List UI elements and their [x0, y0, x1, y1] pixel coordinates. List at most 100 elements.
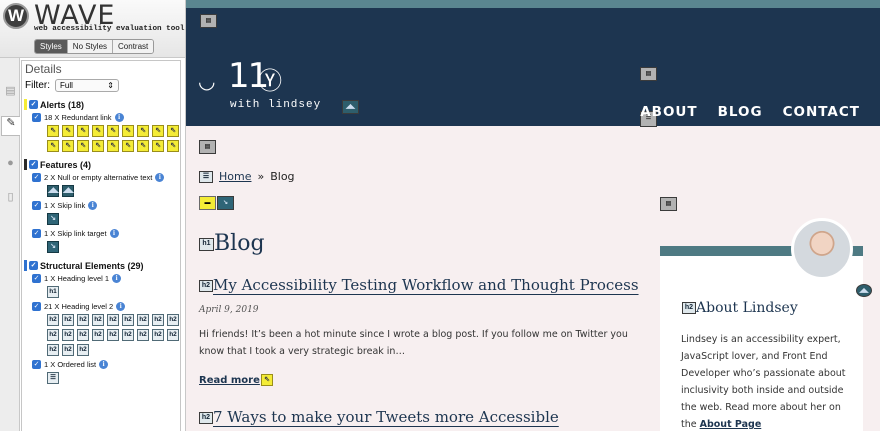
h2-marker-icon[interactable]: h2 — [199, 411, 213, 424]
redundant-link-icon[interactable]: ⇖ — [47, 140, 59, 152]
h2-icon[interactable]: h2 — [167, 329, 179, 341]
structure-section: ✓ Structural Elements (29) ✓ 1 X Heading l… — [22, 259, 180, 386]
redundant-link-icon[interactable]: ⇖ — [62, 125, 74, 137]
about-page-link[interactable]: About Page — [700, 419, 762, 430]
mode-styles[interactable]: Styles — [35, 40, 68, 53]
info-icon[interactable]: i — [99, 359, 109, 369]
wave-list-icon[interactable]: ☰ — [199, 170, 213, 183]
redundant-link-checkbox[interactable]: ✓ — [32, 112, 41, 122]
h1-icon[interactable]: h1 — [47, 286, 59, 298]
h2-marker-icon[interactable]: h2 — [682, 302, 696, 314]
h2-icon[interactable]: h2 — [62, 329, 74, 341]
read-more-text[interactable]: Read more — [199, 375, 260, 386]
h2-icon[interactable]: h2 — [47, 329, 59, 341]
h2-icon[interactable]: h2 — [107, 314, 119, 326]
redundant-link-icon[interactable]: ⇖ — [152, 140, 164, 152]
h2-icon[interactable]: h2 — [47, 314, 59, 326]
wave-header: W WAVE web accessibility evaluation tool… — [0, 0, 185, 58]
redundant-link-icon[interactable]: ⇖ — [107, 140, 119, 152]
info-icon[interactable]: i — [155, 172, 165, 182]
h1-checkbox[interactable]: ✓ — [32, 273, 41, 283]
redundant-link-icon[interactable]: ⇖ — [62, 140, 74, 152]
ol-checkbox[interactable]: ✓ — [32, 359, 41, 369]
h2-icon[interactable]: h2 — [167, 314, 179, 326]
h2-icon[interactable]: h2 — [137, 329, 149, 341]
post-title-link[interactable]: 7 Ways to make your Tweets more Accessib… — [213, 408, 559, 426]
null-alt-icon[interactable]: ◢◣ — [62, 185, 74, 197]
null-alt-icon[interactable]: ◢◣ — [47, 185, 59, 197]
redundant-link-icon[interactable]: ⇖ — [77, 125, 89, 137]
h2-icon[interactable]: h2 — [77, 329, 89, 341]
wave-region-icon[interactable]: ▤ — [199, 140, 216, 154]
h2-icon[interactable]: h2 — [137, 314, 149, 326]
read-more-link[interactable]: Read more ⇖ — [199, 374, 273, 386]
redundant-link-icon[interactable]: ⇖ — [107, 125, 119, 137]
redundant-link-icon[interactable]: ⇖ — [152, 125, 164, 137]
wave-alert-icon[interactable]: ▬ — [199, 196, 216, 210]
h2-marker-icon[interactable]: h2 — [199, 279, 213, 292]
wave-region-icon[interactable]: ▤ — [660, 197, 677, 211]
info-icon[interactable]: i — [88, 200, 98, 210]
h2-icon[interactable]: h2 — [77, 314, 89, 326]
redundant-link-icon[interactable]: ⇖ — [92, 125, 104, 137]
nav-blog[interactable]: BLOG — [718, 104, 763, 120]
h2-icon[interactable]: h2 — [122, 329, 134, 341]
info-icon[interactable]: i — [112, 273, 122, 283]
redundant-link-icon[interactable]: ⇖ — [167, 140, 179, 152]
h1-marker-icon[interactable]: h1 — [199, 237, 214, 251]
info-icon[interactable]: i — [114, 112, 124, 122]
skip-target-checkbox[interactable]: ✓ — [32, 228, 41, 238]
panel-tabs: ▤ ✎ ● ▯ — [0, 58, 20, 431]
h2-icon[interactable]: h2 — [152, 314, 164, 326]
structure-checkbox[interactable]: ✓ — [29, 261, 38, 270]
h2-icon[interactable]: h2 — [92, 314, 104, 326]
nav-about[interactable]: ABOUT — [640, 104, 697, 120]
h2-icon[interactable]: h2 — [92, 329, 104, 341]
info-icon[interactable]: i — [116, 301, 126, 311]
redundant-link-icon[interactable]: ⇖ — [167, 125, 179, 137]
about-text: Lindsey is an accessibility expert, Java… — [681, 331, 859, 433]
mode-contrast[interactable]: Contrast — [113, 40, 154, 53]
redundant-link-marker-icon[interactable]: ⇖ — [260, 374, 273, 386]
redundant-link-icon[interactable]: ⇖ — [137, 125, 149, 137]
wave-structure-icon[interactable]: ▤ — [200, 14, 217, 28]
h2-icon[interactable]: h2 — [62, 314, 74, 326]
h2-checkbox[interactable]: ✓ — [32, 301, 41, 311]
ordered-list-icon[interactable]: ☰ — [47, 372, 59, 384]
alerts-checkbox[interactable]: ✓ — [29, 100, 38, 109]
h2-icon[interactable]: h2 — [107, 329, 119, 341]
h2-icon[interactable]: h2 — [122, 314, 134, 326]
post-title-link[interactable]: My Accessibility Testing Workflow and Th… — [213, 276, 639, 294]
redundant-link-icon[interactable]: ⇖ — [47, 125, 59, 137]
skip-target-marker-icon[interactable]: ↘ — [217, 196, 234, 210]
redundant-link-icon[interactable]: ⇖ — [122, 125, 134, 137]
alerts-color-bar — [24, 99, 27, 110]
documentation-tab-icon[interactable]: ▯ — [4, 191, 17, 204]
breadcrumb-home[interactable]: Home — [219, 170, 251, 183]
filter-select[interactable]: Full ⇕ — [55, 79, 119, 92]
h2-icon[interactable]: h2 — [47, 344, 59, 356]
null-alt-checkbox[interactable]: ✓ — [32, 172, 41, 182]
summary-tab-icon[interactable]: ▤ — [4, 85, 17, 98]
redundant-link-icon[interactable]: ⇖ — [77, 140, 89, 152]
details-tab-icon[interactable]: ✎ — [1, 116, 20, 136]
redundant-link-icon[interactable]: ⇖ — [137, 140, 149, 152]
skip-link-checkbox[interactable]: ✓ — [32, 200, 41, 210]
mode-no-styles[interactable]: No Styles — [67, 40, 114, 53]
skip-target-icon[interactable]: ↘ — [47, 241, 59, 253]
null-alt-marker-icon[interactable]: ◢◣ — [856, 284, 872, 297]
features-checkbox[interactable]: ✓ — [29, 160, 38, 169]
redundant-link-icon[interactable]: ⇖ — [92, 140, 104, 152]
h2-icon[interactable]: h2 — [77, 344, 89, 356]
info-icon[interactable]: i — [109, 228, 119, 238]
h2-icon[interactable]: h2 — [62, 344, 74, 356]
reference-tab-icon[interactable]: ● — [4, 157, 17, 170]
nav-contact[interactable]: CONTACT — [783, 104, 860, 120]
h2-icon[interactable]: h2 — [152, 329, 164, 341]
skip-link-icon[interactable]: ↘ — [47, 213, 59, 225]
alerts-title: Alerts (18) — [40, 99, 85, 110]
wave-region-icon[interactable]: ▤ — [640, 67, 657, 81]
null-alt-marker-icon[interactable]: ◢◣ — [342, 100, 359, 114]
wave-logo[interactable]: W — [3, 3, 29, 29]
redundant-link-icon[interactable]: ⇖ — [122, 140, 134, 152]
